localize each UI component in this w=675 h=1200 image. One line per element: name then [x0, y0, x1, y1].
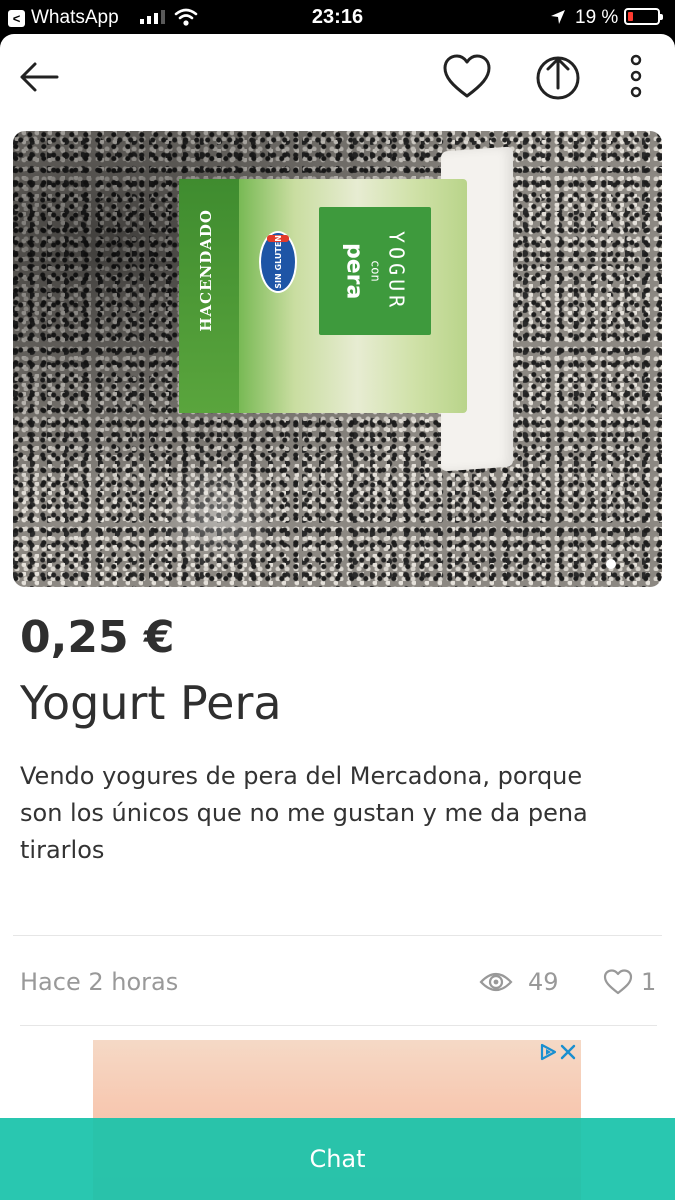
product-label: pera con YOGUR: [319, 207, 431, 335]
adchoices-icon[interactable]: [539, 1043, 559, 1061]
likes-count: 1: [641, 968, 657, 996]
top-nav: [0, 34, 675, 124]
divider: [20, 1025, 657, 1026]
status-time: 23:16: [311, 6, 364, 28]
gluten-free-badge: SIN GLUTEN: [259, 231, 297, 293]
yogurt-cup: HACENDADO SIN GLUTEN pera con YOGUR: [179, 146, 513, 472]
photo-page-indicator: [606, 559, 616, 569]
posted-time: Hace 2 horas: [20, 968, 179, 996]
product-photo[interactable]: HACENDADO SIN GLUTEN pera con YOGUR: [13, 131, 662, 587]
status-bar: < WhatsApp 23:16 19 %: [0, 0, 675, 34]
share-icon[interactable]: [534, 52, 582, 102]
close-icon[interactable]: [559, 1043, 577, 1061]
views-count: 49: [528, 968, 559, 996]
product-description: Vendo yogures de pera del Mercadona, por…: [20, 762, 588, 864]
chat-button[interactable]: Chat: [0, 1118, 675, 1200]
product-screen: HACENDADO SIN GLUTEN pera con YOGUR 0,25…: [0, 34, 675, 1200]
product-title: Yogurt Pera: [20, 676, 282, 730]
brand-text: HACENDADO: [197, 209, 215, 332]
battery-percent: 19 %: [575, 7, 619, 28]
back-arrow-icon[interactable]: [18, 60, 60, 94]
more-vertical-icon[interactable]: [626, 54, 646, 100]
battery-icon: [624, 8, 663, 25]
favorites-heart-icon: [603, 969, 633, 995]
heart-icon[interactable]: [442, 54, 492, 100]
battery-fill: [628, 12, 633, 21]
divider: [13, 935, 662, 936]
product-price: 0,25 €: [20, 612, 175, 663]
location-icon: [551, 10, 565, 24]
eye-icon: [479, 972, 513, 992]
